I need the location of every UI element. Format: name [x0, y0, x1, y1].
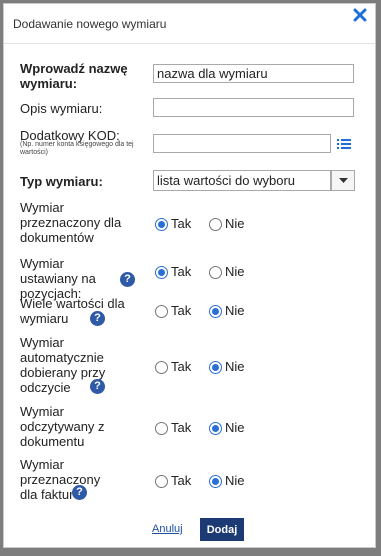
help-icon[interactable]: ?: [72, 485, 87, 500]
radio-no[interactable]: [209, 361, 222, 374]
radio-no[interactable]: [209, 475, 222, 488]
radio-no-label: Nie: [225, 420, 245, 435]
type-select-button[interactable]: [331, 170, 355, 191]
radio-yes[interactable]: [155, 266, 168, 279]
help-icon[interactable]: ?: [90, 379, 105, 394]
radio-yes[interactable]: [155, 422, 168, 435]
radio-yes-label: Tak: [171, 359, 192, 374]
radio-yes-label: Tak: [171, 264, 192, 279]
radio-yes-label: Tak: [171, 420, 192, 435]
list-icon[interactable]: [337, 138, 351, 150]
dialog-header: Dodawanie nowego wymiaru: [4, 4, 375, 44]
option-label: Wymiar odczytywany z dokumentu: [20, 404, 105, 449]
close-x-icon[interactable]: [352, 7, 368, 23]
radio-yes-label: Tak: [171, 473, 192, 488]
cancel-link[interactable]: Anuluj: [152, 523, 183, 535]
radio-no-label: Nie: [225, 216, 245, 231]
extra-code-hint: (Np. numer konta księgowego dla tej wart…: [20, 141, 134, 156]
name-label: Wprowadź nazwę wymiaru:: [20, 61, 128, 91]
radio-yes[interactable]: [155, 305, 168, 318]
radio-yes[interactable]: [155, 361, 168, 374]
option-label: Wiele wartości dla wymiaru: [20, 296, 125, 326]
name-input[interactable]: [153, 64, 354, 83]
radio-no-label: Nie: [225, 264, 245, 279]
radio-no-label: Nie: [225, 359, 245, 374]
radio-no[interactable]: [209, 218, 222, 231]
radio-yes-label: Tak: [171, 216, 192, 231]
radio-no-label: Nie: [225, 303, 245, 318]
add-button[interactable]: Dodaj: [200, 518, 244, 541]
add-dimension-dialog: Dodawanie nowego wymiaru Wprowadź nazwę …: [3, 3, 376, 548]
dialog-title: Dodawanie nowego wymiaru: [13, 17, 167, 31]
help-icon[interactable]: ?: [120, 272, 135, 287]
extra-code-input[interactable]: [153, 134, 331, 153]
option-label: Wymiar przeznaczony dla faktur: [20, 457, 101, 502]
option-label: Wymiar ustawiany na pozycjach:: [20, 256, 96, 301]
radio-no-label: Nie: [225, 473, 245, 488]
radio-yes-label: Tak: [171, 303, 192, 318]
description-label: Opis wymiaru:: [20, 101, 103, 116]
chevron-down-icon: [339, 178, 348, 183]
radio-yes[interactable]: [155, 218, 168, 231]
option-label: Wymiar przeznaczony dla dokumentów: [20, 200, 122, 245]
type-select[interactable]: lista wartości do wyboru: [153, 170, 331, 191]
radio-no[interactable]: [209, 422, 222, 435]
radio-no[interactable]: [209, 266, 222, 279]
radio-no[interactable]: [209, 305, 222, 318]
type-label: Typ wymiaru:: [20, 174, 103, 189]
radio-yes[interactable]: [155, 475, 168, 488]
help-icon[interactable]: ?: [90, 311, 105, 326]
description-input[interactable]: [153, 98, 354, 117]
